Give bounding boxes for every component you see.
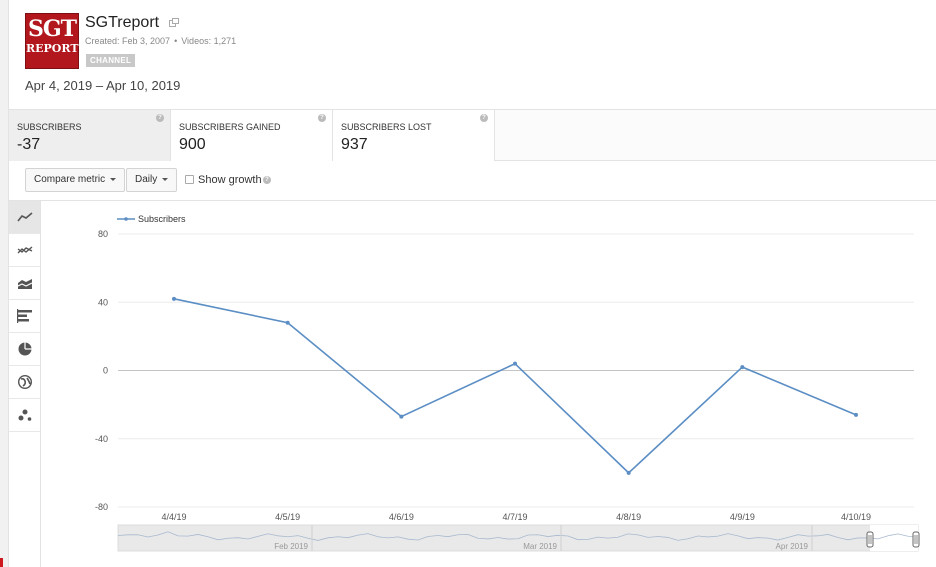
stacked-area-chart-icon <box>17 279 32 289</box>
data-point[interactable] <box>285 320 290 325</box>
interval-dropdown[interactable]: Daily <box>126 168 178 192</box>
page-corner-marker <box>0 558 3 567</box>
series-line-subscribers <box>173 298 857 474</box>
help-icon[interactable]: ? <box>263 176 271 184</box>
legend-label[interactable]: Subscribers <box>138 214 186 224</box>
metric-tabs: SUBSCRIBERS -37 ? SUBSCRIBERS GAINED 900… <box>9 109 936 161</box>
left-edge-strip <box>0 0 9 567</box>
compare-metric-label: Compare metric <box>34 174 106 185</box>
range-handle-left[interactable] <box>866 531 874 548</box>
help-icon[interactable]: ? <box>318 114 326 122</box>
logo-text-line1: SGT <box>27 16 77 42</box>
range-navigator-selection[interactable] <box>870 525 918 551</box>
overview-month-label: Apr 2019 <box>776 542 809 551</box>
data-point[interactable] <box>626 470 631 475</box>
chart-type-selector <box>9 201 41 567</box>
chart-type-line[interactable] <box>9 201 40 234</box>
interval-label: Daily <box>135 174 158 185</box>
chart-type-geo-map[interactable] <box>9 366 40 399</box>
x-tick-label: 4/8/19 <box>616 512 641 522</box>
data-point[interactable] <box>172 296 176 301</box>
chart-type-pie[interactable] <box>9 333 40 366</box>
range-handle-right[interactable] <box>912 531 920 548</box>
chevron-down-icon <box>110 177 117 181</box>
metric-label: SUBSCRIBERS GAINED <box>179 122 281 132</box>
metric-value: 937 <box>341 136 368 153</box>
meta-separator: • <box>174 36 178 46</box>
data-point[interactable] <box>513 361 517 366</box>
pie-chart-icon <box>18 342 31 356</box>
y-tick-label: 0 <box>103 366 108 376</box>
metric-value: -37 <box>17 136 41 153</box>
chart-type-bubble[interactable] <box>9 399 40 432</box>
x-tick-label: 4/10/19 <box>841 512 871 522</box>
metric-tab-subscribers-gained[interactable]: SUBSCRIBERS GAINED 900 ? <box>171 110 333 161</box>
line-chart-icon <box>16 212 33 222</box>
channel-header: SGT REPORT SGTreport Created: Feb 3, 200… <box>9 0 936 109</box>
legend-swatch-marker <box>124 217 128 221</box>
y-tick-label: 80 <box>98 229 108 239</box>
chart-controls: Compare metric Daily Show growth ? <box>9 161 936 201</box>
subscribers-line-chart: 80 40 0 -40 -80 4/4/19 4/5/19 4/6/19 4/7/19 4/8/1… <box>95 214 920 552</box>
help-icon[interactable]: ? <box>480 114 488 122</box>
x-tick-label: 4/6/19 <box>389 512 414 522</box>
show-growth-label[interactable]: Show growth <box>198 174 262 186</box>
date-range[interactable]: Apr 4, 2019 – Apr 10, 2019 <box>25 78 180 93</box>
x-tick-label: 4/4/19 <box>161 512 186 522</box>
channel-logo[interactable]: SGT REPORT <box>25 13 79 69</box>
channel-meta: Created: Feb 3, 2007 • Videos: 1,271 <box>85 36 236 46</box>
metric-label: SUBSCRIBERS <box>17 122 82 132</box>
x-tick-label: 4/5/19 <box>275 512 300 522</box>
y-tick-label: -40 <box>95 434 108 444</box>
bar-chart-icon <box>16 309 32 323</box>
bubble-chart-icon <box>18 409 31 421</box>
y-tick-label: -80 <box>95 502 108 512</box>
chevron-down-icon <box>162 177 169 181</box>
multi-line-chart-icon <box>17 246 32 254</box>
channel-name-link[interactable]: SGTreport <box>85 14 159 32</box>
logo-text-line2: REPORT <box>26 42 79 55</box>
help-icon[interactable]: ? <box>156 114 164 122</box>
chart-type-multi-line[interactable] <box>9 234 40 267</box>
data-point[interactable] <box>854 412 858 417</box>
channel-badge: CHANNEL <box>86 54 136 67</box>
metric-value: 900 <box>179 136 206 153</box>
data-point[interactable] <box>399 414 404 419</box>
x-tick-label: 4/9/19 <box>730 512 755 522</box>
metric-label: SUBSCRIBERS LOST <box>341 122 432 132</box>
y-tick-label: 40 <box>98 297 108 307</box>
metric-tab-subscribers-lost[interactable]: SUBSCRIBERS LOST 937 ? <box>333 110 495 161</box>
created-date: Created: Feb 3, 2007 <box>85 36 171 46</box>
compare-metric-button[interactable]: Compare metric <box>25 168 126 192</box>
data-point[interactable] <box>740 365 745 370</box>
show-growth-checkbox[interactable] <box>185 175 194 184</box>
external-link-icon[interactable] <box>169 18 179 27</box>
metric-tab-subscribers[interactable]: SUBSCRIBERS -37 ? <box>9 110 171 161</box>
x-tick-label: 4/7/19 <box>502 512 527 522</box>
overview-month-label: Feb 2019 <box>274 542 308 551</box>
chart-type-bar[interactable] <box>9 300 40 333</box>
video-count: Videos: 1,271 <box>181 36 237 46</box>
overview-month-label: Mar 2019 <box>523 542 557 551</box>
chart-type-stacked-area[interactable] <box>9 267 40 300</box>
globe-map-icon <box>17 375 32 389</box>
